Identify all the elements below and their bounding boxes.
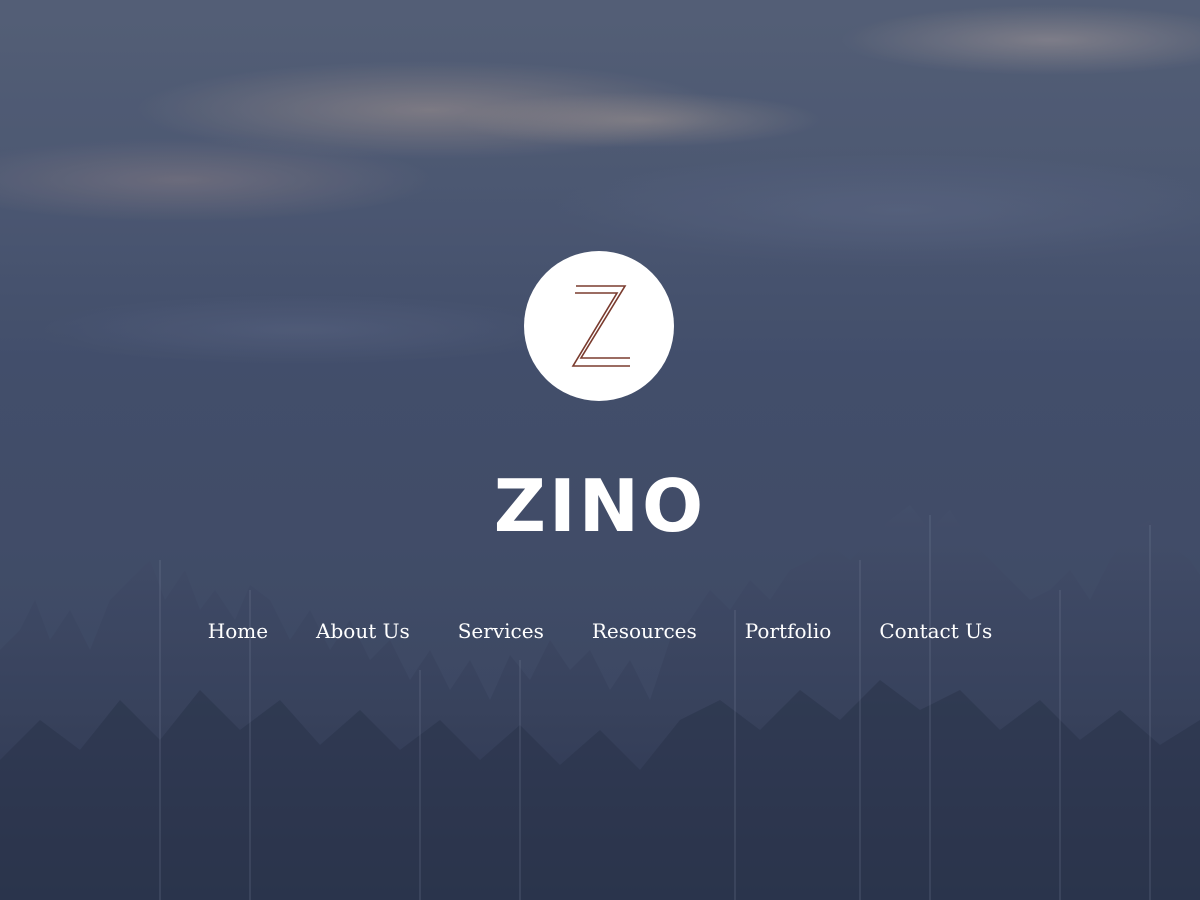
nav-resources[interactable]: Resources	[592, 615, 697, 647]
dark-overlay	[0, 0, 1200, 900]
logo[interactable]	[524, 251, 674, 401]
hero-background	[0, 0, 1200, 900]
site-title[interactable]: ZINO	[0, 462, 1200, 550]
nav-contact-us[interactable]: Contact Us	[879, 615, 992, 647]
nav-services[interactable]: Services	[458, 615, 544, 647]
nav-about-us[interactable]: About Us	[316, 615, 410, 647]
nav-home[interactable]: Home	[208, 615, 268, 647]
z-logo-icon	[571, 285, 630, 367]
nav-portfolio[interactable]: Portfolio	[745, 615, 832, 647]
main-navigation: Home About Us Services Resources Portfol…	[0, 615, 1200, 647]
